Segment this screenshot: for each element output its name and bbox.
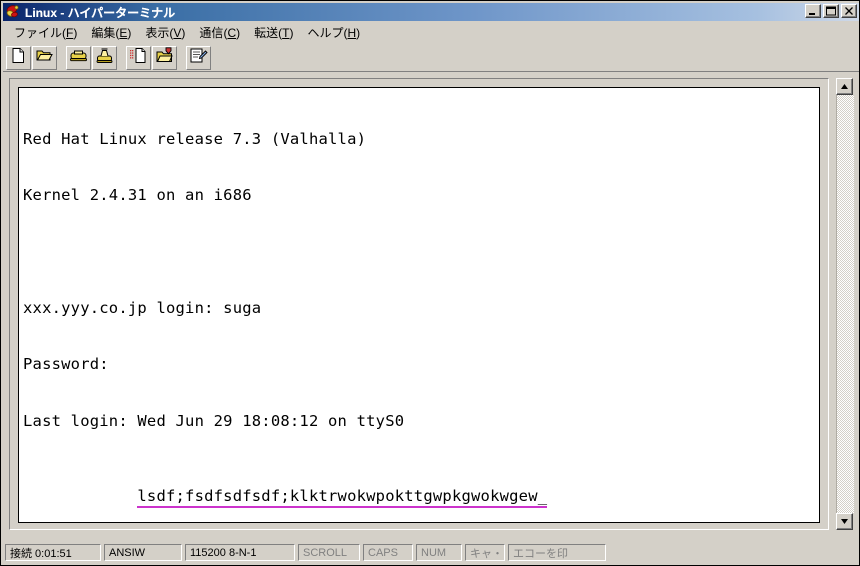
scroll-up-arrow-icon[interactable] [836,78,853,95]
properties-button[interactable] [186,45,211,70]
status-bar: 接続 0:01:51 ANSIW 115200 8-N-1 SCROLL CAP… [3,542,859,563]
toolbar [3,44,859,72]
menu-file-label: ファイル [14,25,63,40]
terminal-command-line: lsdf;fsdfsdfsdf;klktrwokwpokttgwpkgwokwg… [137,487,548,508]
hyperterminal-window: Linux - ハイパーターミナル ファイル(F) 編集(E) 表示(V) 通信… [0,0,860,566]
status-print-echo: エコーを印 [508,544,606,561]
menu-call-mnemonic: C [227,25,237,40]
terminal-command-line-wrap: lsdf;fsdfsdfsdf;klktrwokwpokttgwpkgwokwg… [23,468,548,522]
terminal-line: Kernel 2.4.31 on an i686 [23,185,252,204]
terminal-frame: Red Hat Linux release 7.3 (Valhalla) Ker… [9,78,829,530]
open-folder-button[interactable] [32,45,57,70]
send-file-icon [129,47,148,69]
terminal-client-area: Red Hat Linux release 7.3 (Valhalla) Ker… [3,72,859,536]
hangup-phone-button[interactable] [92,45,117,70]
new-connection-button[interactable] [6,45,31,70]
menu-view[interactable]: 表示(V) [138,22,192,43]
vertical-scrollbar[interactable] [836,78,854,530]
menu-help-mnemonic: H [347,25,357,40]
status-line-settings: 115200 8-N-1 [185,544,295,561]
menu-call-label: 通信 [199,25,224,40]
menu-edit-mnemonic: E [119,25,128,40]
menu-help[interactable]: ヘルプ(H) [300,22,367,43]
send-file-button[interactable] [126,45,151,70]
status-emulation: ANSIW [104,544,182,561]
minimize-button[interactable] [805,4,821,18]
menu-help-label: ヘルプ [307,25,344,40]
menu-transfer[interactable]: 転送(T) [247,22,300,43]
status-caps-lock: CAPS [363,544,413,561]
terminal-line: Password: [23,355,109,374]
terminal-line: xxx.yyy.co.jp login: suga [23,298,262,317]
hyperterminal-icon [5,4,21,20]
title-bar[interactable]: Linux - ハイパーターミナル [3,3,859,21]
dial-phone-icon [69,47,88,69]
menu-transfer-mnemonic: T [282,25,290,40]
menu-file[interactable]: ファイル(F) [7,22,84,43]
menu-file-mnemonic: F [66,25,74,40]
terminal-line: Red Hat Linux release 7.3 (Valhalla) [23,129,367,148]
terminal-line: Last login: Wed Jun 29 18:08:12 on ttyS0 [23,411,405,430]
status-connected: 接続 0:01:51 [5,544,101,561]
receive-file-button[interactable] [152,45,177,70]
status-num-lock: NUM [416,544,462,561]
menu-call[interactable]: 通信(C) [192,22,247,43]
status-scroll-lock: SCROLL [298,544,360,561]
menu-transfer-label: 転送 [254,25,279,40]
new-connection-icon [10,47,27,69]
menu-edit[interactable]: 編集(E) [84,22,138,43]
terminal-screen[interactable]: Red Hat Linux release 7.3 (Valhalla) Ker… [18,87,820,523]
scrollbar-track[interactable] [836,95,854,513]
menu-view-mnemonic: V [173,25,182,40]
receive-file-icon [155,46,174,69]
window-title: Linux - ハイパーターミナル [25,5,176,20]
menu-bar: ファイル(F) 編集(E) 表示(V) 通信(C) 転送(T) ヘルプ(H) [3,22,859,42]
status-capture: キャ・ [465,544,505,561]
scroll-down-arrow-icon[interactable] [836,513,853,530]
menu-view-label: 表示 [145,25,170,40]
close-button[interactable] [841,4,857,18]
dial-phone-button[interactable] [66,45,91,70]
open-folder-icon [36,47,53,69]
properties-icon [189,47,208,69]
maximize-button[interactable] [823,4,839,18]
hangup-phone-icon [95,47,114,69]
window-controls [805,4,857,18]
menu-edit-label: 編集 [91,25,116,40]
terminal-output: Red Hat Linux release 7.3 (Valhalla) Ker… [23,92,548,522]
